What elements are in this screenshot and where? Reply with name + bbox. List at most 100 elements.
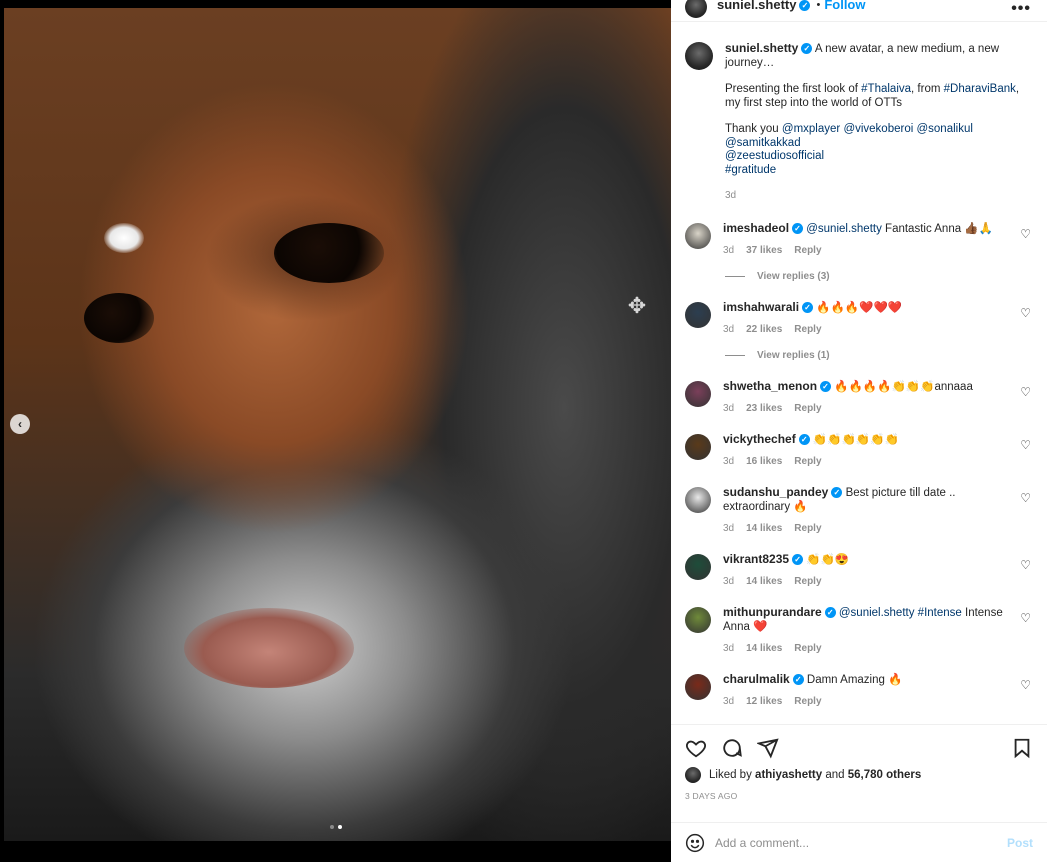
commenter-username[interactable]: vickythechef	[723, 432, 796, 446]
comment-body: imshahwarali ✓ 🔥🔥🔥❤️❤️❤️ 3d 22 likes Repl…	[723, 300, 1013, 335]
mention-link[interactable]: @mxplayer	[782, 123, 840, 135]
comment-like-heart-icon[interactable]: ♡	[1020, 558, 1031, 572]
mention-link[interactable]: @vivekoberoi	[843, 123, 913, 135]
comment-reply-button[interactable]: Reply	[794, 696, 821, 707]
comment-reply-button[interactable]: Reply	[794, 576, 821, 587]
commenter-username[interactable]: mithunpurandare	[723, 605, 822, 619]
commenter-avatar[interactable]	[685, 553, 711, 580]
comment-likes[interactable]: 23 likes	[746, 403, 782, 414]
comment-reply-button[interactable]: Reply	[794, 403, 821, 414]
author-username-text[interactable]: suniel.shetty	[717, 0, 796, 12]
comment-like-heart-icon[interactable]: ♡	[1020, 385, 1031, 399]
comments-area[interactable]: suniel.shetty ✓ A new avatar, a new mediu…	[671, 22, 1047, 724]
commenter-avatar[interactable]	[685, 380, 711, 407]
comment-reply-button[interactable]: Reply	[794, 643, 821, 654]
comment-likes[interactable]: 37 likes	[746, 245, 782, 256]
comment-reply-button[interactable]: Reply	[794, 324, 821, 335]
mention-link[interactable]: @sonalikul	[916, 123, 972, 135]
comment-reply-button[interactable]: Reply	[794, 456, 821, 467]
post-media: ‹ ✥	[0, 0, 671, 862]
comment-like-heart-icon[interactable]: ♡	[1020, 438, 1031, 452]
liker-avatar[interactable]	[685, 767, 701, 783]
comment-like-heart-icon[interactable]: ♡	[1020, 611, 1031, 625]
commenter-username[interactable]: sudanshu_pandey	[723, 485, 828, 499]
view-replies-button[interactable]: View replies (1)	[725, 350, 1033, 361]
comment-mention[interactable]: @suniel.shetty	[806, 223, 882, 235]
comment-meta: 3d 14 likes Reply	[723, 523, 1013, 534]
comment-likes[interactable]: 14 likes	[746, 576, 782, 587]
comment-reply-button[interactable]: Reply	[794, 523, 821, 534]
comment-time[interactable]: 3d	[723, 403, 734, 414]
carousel-prev-button[interactable]: ‹	[10, 414, 30, 434]
comment-like-heart-icon[interactable]: ♡	[1020, 678, 1031, 692]
post-header: suniel.shetty ✓ • Follow •••	[671, 0, 1047, 22]
comment-time[interactable]: 3d	[723, 696, 734, 707]
comment-mention[interactable]: @suniel.shetty #Intense	[839, 607, 962, 619]
comment-like-heart-icon[interactable]: ♡	[1020, 227, 1031, 241]
author-avatar[interactable]	[685, 0, 707, 18]
commenter-avatar[interactable]	[685, 433, 711, 460]
commenter-avatar[interactable]	[685, 222, 711, 249]
likes-count[interactable]: 56,780 others	[848, 769, 922, 781]
comment-like-heart-icon[interactable]: ♡	[1020, 306, 1031, 320]
caption-username[interactable]: suniel.shetty	[725, 41, 798, 55]
comment-time[interactable]: 3d	[723, 643, 734, 654]
more-options-icon[interactable]: •••	[1011, 0, 1031, 18]
comment-text: 🔥🔥🔥🔥👏👏👏annaaa	[834, 380, 973, 393]
view-replies-label[interactable]: View replies (1)	[757, 350, 830, 361]
comment-likes[interactable]: 12 likes	[746, 696, 782, 707]
comment-line: imshahwarali ✓ 🔥🔥🔥❤️❤️❤️	[723, 300, 1013, 315]
mention-link[interactable]: @zeestudiosofficial	[725, 150, 824, 162]
post-date[interactable]: 3 DAYS AGO	[685, 791, 1033, 801]
comment-time[interactable]: 3d	[723, 456, 734, 467]
comment-time[interactable]: 3d	[723, 245, 734, 256]
commenter-avatar[interactable]	[685, 673, 711, 700]
comment-item: imeshadeol ✓ @suniel.shetty Fantastic Ann…	[685, 221, 1033, 256]
commenter-avatar[interactable]	[685, 301, 711, 328]
mention-link[interactable]: @samitkakkad	[725, 137, 801, 149]
commenter-avatar[interactable]	[685, 606, 711, 633]
comment-time[interactable]: 3d	[723, 523, 734, 534]
emoji-icon[interactable]	[685, 833, 705, 853]
comment-likes[interactable]: 14 likes	[746, 523, 782, 534]
hashtag-link[interactable]: #DharaviBank	[944, 83, 1016, 95]
hashtag-link[interactable]: #gratitude	[725, 164, 776, 176]
verified-badge-icon: ✓	[802, 301, 814, 313]
comment-item: shwetha_menon ✓ 🔥🔥🔥🔥👏👏👏annaaa 3d 23 likes…	[685, 379, 1033, 414]
commenter-username[interactable]: shwetha_menon	[723, 379, 817, 393]
liker-username[interactable]: athiyashetty	[755, 769, 822, 781]
post-comment-button[interactable]: Post	[1007, 836, 1033, 850]
comment-icon[interactable]	[721, 737, 743, 759]
view-replies-line	[725, 275, 745, 277]
commenter-username[interactable]: imeshadeol	[723, 221, 789, 235]
view-replies-button[interactable]: View replies (3)	[725, 271, 1033, 282]
comment-time[interactable]: 3d	[723, 324, 734, 335]
view-replies-label[interactable]: View replies (3)	[757, 271, 830, 282]
commenter-username[interactable]: imshahwarali	[723, 300, 799, 314]
comment-like-heart-icon[interactable]: ♡	[1020, 491, 1031, 505]
commenter-username[interactable]: charulmalik	[723, 672, 790, 686]
comment-time[interactable]: 3d	[723, 576, 734, 587]
comment-reply-button[interactable]: Reply	[794, 245, 821, 256]
save-bookmark-icon[interactable]	[1011, 737, 1033, 759]
follow-button[interactable]: Follow	[824, 0, 865, 12]
hashtag-link[interactable]: #Thalaiva	[861, 83, 911, 95]
commenter-username[interactable]: vikrant8235	[723, 552, 789, 566]
verified-badge-icon: ✓	[792, 222, 804, 234]
share-icon[interactable]	[757, 737, 779, 759]
image-detail-eye-right	[274, 223, 384, 283]
caption-time[interactable]: 3d	[725, 189, 1025, 203]
commenter-avatar[interactable]	[685, 486, 711, 513]
caption-text-segment: Presenting the first look of	[725, 83, 862, 95]
verified-badge-icon: ✓	[799, 0, 811, 12]
carousel-dots	[330, 825, 342, 829]
comment-likes[interactable]: 22 likes	[746, 324, 782, 335]
comment-meta: 3d 22 likes Reply	[723, 324, 1013, 335]
comment-likes[interactable]: 14 likes	[746, 643, 782, 654]
like-heart-icon[interactable]	[685, 737, 707, 759]
caption-avatar[interactable]	[685, 42, 713, 70]
comment-item: charulmalik ✓ Damn Amazing 🔥 3d 12 likes …	[685, 672, 1033, 707]
comment-likes[interactable]: 16 likes	[746, 456, 782, 467]
author-username[interactable]: suniel.shetty ✓	[717, 0, 811, 12]
add-comment-input[interactable]	[715, 835, 1007, 850]
